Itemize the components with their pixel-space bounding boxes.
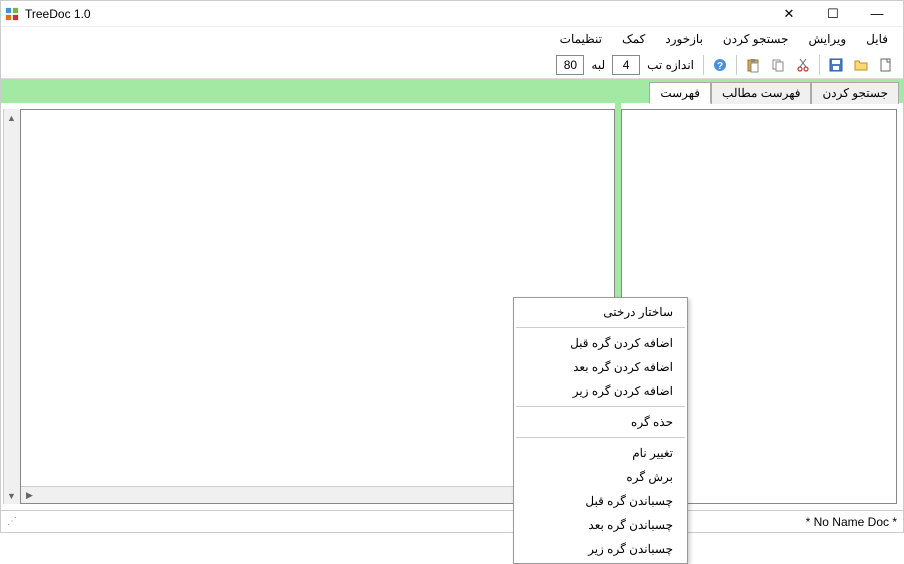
menu-feedback[interactable]: بازخورد — [656, 29, 712, 49]
context-item-6[interactable]: حذه گره — [514, 410, 687, 434]
minimize-button[interactable]: — — [855, 2, 899, 26]
separator — [736, 55, 737, 75]
menu-settings[interactable]: تنظیمات — [551, 29, 611, 49]
edge-label: لبه — [587, 58, 609, 72]
separator — [819, 55, 820, 75]
titlebar: ✕ ☐ — TreeDoc 1.0 — [1, 1, 903, 27]
scroll-right-icon[interactable]: ▶ — [21, 487, 38, 504]
context-item-2[interactable]: اضافه کردن گره قبل — [514, 331, 687, 355]
context-menu: ساختار درختیاضافه کردن گره قبلاضافه کردن… — [513, 297, 688, 564]
edge-input[interactable] — [556, 55, 584, 75]
context-item-12[interactable]: چسباندن گره زیر — [514, 537, 687, 561]
menu-search[interactable]: جستجو کردن — [714, 29, 798, 49]
tab-0[interactable]: جستجو کردن — [811, 82, 899, 104]
context-item-4[interactable]: اضافه کردن گره زیر — [514, 379, 687, 403]
context-item-8[interactable]: تغییر نام — [514, 441, 687, 465]
app-title: TreeDoc 1.0 — [25, 7, 91, 21]
context-item-3[interactable]: اضافه کردن گره بعد — [514, 355, 687, 379]
scroll-down-icon[interactable]: ▼ — [3, 487, 20, 504]
svg-text:?: ? — [717, 61, 723, 72]
tabstrip: جستجو کردنفهرست مطالبفهرست — [1, 79, 903, 103]
resize-grip-icon[interactable]: ⋰ — [7, 516, 15, 527]
scroll-up-icon[interactable]: ▲ — [3, 109, 20, 126]
menu-file[interactable]: فایل — [857, 29, 897, 49]
statusbar: ⋰ * No Name Doc * — [1, 510, 903, 532]
cut-button[interactable] — [792, 54, 814, 76]
scrollbar-vertical[interactable]: ▲ ▼ — [3, 109, 20, 504]
app-icon — [5, 7, 19, 21]
context-separator — [516, 406, 685, 407]
menubar: فایل ویرایش جستجو کردن بازخورد کمک تنظیم… — [1, 27, 903, 51]
status-text: * No Name Doc * — [806, 515, 897, 529]
menu-help[interactable]: کمک — [613, 29, 654, 49]
context-item-9[interactable]: برش گره — [514, 465, 687, 489]
tab-2[interactable]: فهرست — [649, 82, 711, 104]
context-item-0[interactable]: ساختار درختی — [514, 300, 687, 324]
menu-edit[interactable]: ویرایش — [799, 29, 855, 49]
copy-button[interactable] — [767, 54, 789, 76]
save-button[interactable] — [825, 54, 847, 76]
maximize-button[interactable]: ☐ — [811, 2, 855, 26]
tabsize-input[interactable] — [612, 55, 640, 75]
toolbar: ? اندازه تب لبه — [1, 51, 903, 79]
help-button[interactable]: ? — [709, 54, 731, 76]
context-item-11[interactable]: چسباندن گره بعد — [514, 513, 687, 537]
tabsize-label: اندازه تب — [643, 58, 698, 72]
context-separator — [516, 437, 685, 438]
main-area: ◀ ▶ ▲ ▼ ساختار درختیاضافه کردن گره قبلاض… — [1, 103, 903, 510]
tab-1[interactable]: فهرست مطالب — [711, 82, 811, 104]
context-separator — [516, 327, 685, 328]
context-item-10[interactable]: چسباندن گره قبل — [514, 489, 687, 513]
new-button[interactable] — [875, 54, 897, 76]
open-button[interactable] — [850, 54, 872, 76]
window-controls: ✕ ☐ — — [767, 2, 899, 26]
paste-button[interactable] — [742, 54, 764, 76]
separator — [703, 55, 704, 75]
close-button[interactable]: ✕ — [767, 2, 811, 26]
